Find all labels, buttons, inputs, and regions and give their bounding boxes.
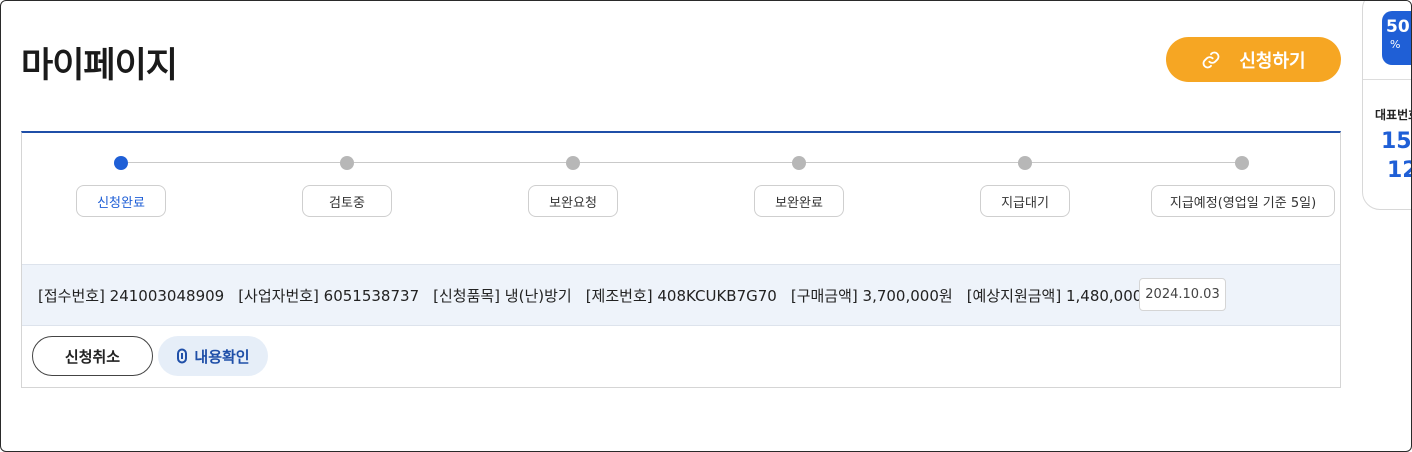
step-dot-1: [114, 156, 128, 170]
side-divider: [1363, 79, 1411, 80]
side-panel: 50 % 대표번호 1551 121: [1362, 1, 1412, 210]
step-dot-2: [340, 156, 354, 170]
step-dot-6: [1235, 156, 1249, 170]
step-label-3: 보완요청: [528, 185, 618, 217]
purchase-amount: [구매금액] 3,700,000원: [790, 286, 953, 305]
cancel-application-button[interactable]: 신청취소: [32, 336, 153, 376]
step-label-1: 신청완료: [76, 185, 166, 217]
side-badge-unit: %: [1390, 38, 1401, 51]
business-number: [사업자번호] 6051538737: [238, 286, 420, 305]
side-badge-value: 50: [1386, 17, 1410, 37]
link-icon: [1202, 51, 1220, 68]
side-number-1: 1551: [1381, 129, 1412, 154]
step-dot-5: [1018, 156, 1032, 170]
step-label-2: 검토중: [302, 185, 392, 217]
step-label-4: 보완완료: [754, 185, 844, 217]
side-number-2: 121: [1387, 158, 1411, 183]
application-card: 신청완료 검토중 보완요청 보완완료 지급대기 지급예정(영업일 기준 5일) …: [21, 131, 1341, 388]
step-label-6: 지급예정(영업일 기준 5일): [1151, 185, 1335, 217]
check-content-label: 내용확인: [194, 348, 250, 366]
support-amount: [예상지원금액] 1,480,000원: [966, 286, 1157, 305]
side-badge[interactable]: 50 %: [1382, 11, 1411, 65]
page-title: 마이페이지: [21, 46, 178, 86]
page-frame: 마이페이지 신청하기 50 % 대표번호 1551 121 신청완료 검토중 보…: [0, 0, 1412, 452]
link-icon: [177, 348, 188, 364]
progress-track: [121, 162, 1243, 163]
side-label: 대표번호: [1375, 108, 1411, 122]
step-dot-3: [566, 156, 580, 170]
application-info-items: [접수번호] 241003048909 [사업자번호] 6051538737 […: [38, 265, 1156, 325]
serial-number: [제조번호] 408KCUKB7G70: [585, 286, 777, 305]
apply-button-label: 신청하기: [1239, 50, 1306, 71]
application-date: 2024.10.03: [1139, 278, 1226, 311]
check-content-button[interactable]: 내용확인: [158, 336, 268, 376]
receipt-number: [접수번호] 241003048909: [38, 286, 225, 305]
step-dot-4: [792, 156, 806, 170]
apply-button[interactable]: 신청하기: [1166, 37, 1341, 82]
application-info-row: [접수번호] 241003048909 [사업자번호] 6051538737 […: [22, 264, 1340, 326]
step-label-5: 지급대기: [980, 185, 1070, 217]
applied-item: [신청품목] 냉(난)방기: [433, 286, 572, 305]
